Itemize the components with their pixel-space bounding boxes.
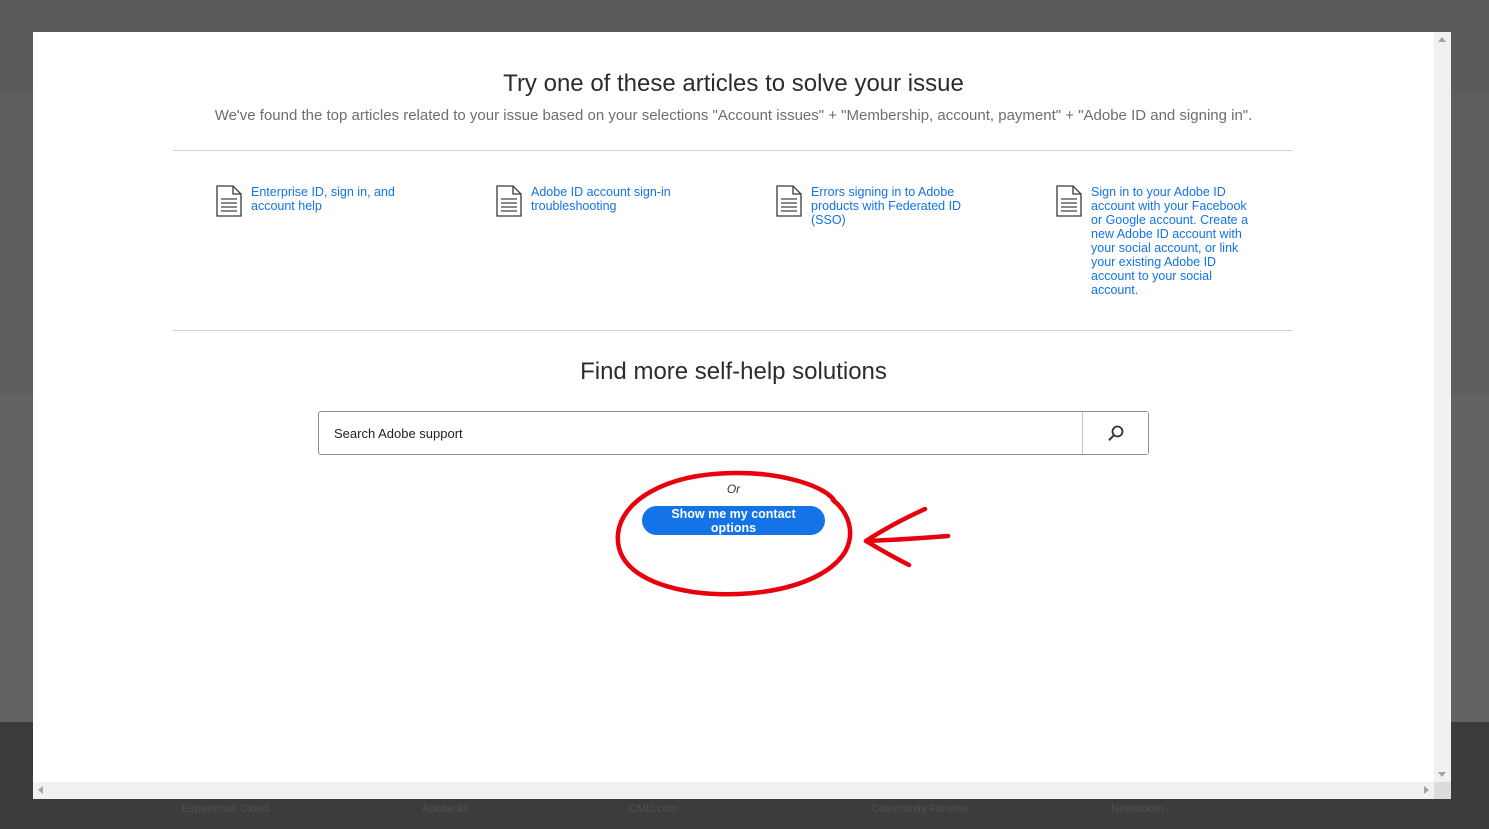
footer-link: Adobe ID xyxy=(422,803,468,815)
document-icon xyxy=(776,185,802,217)
article-link[interactable]: Errors signing in to Adobe products with… xyxy=(811,185,975,227)
scroll-right-icon[interactable] xyxy=(1424,786,1429,794)
article-link[interactable]: Sign in to your Adobe ID account with yo… xyxy=(1091,185,1255,297)
or-label: Or xyxy=(726,482,741,496)
scroll-up-icon[interactable] xyxy=(1438,37,1446,42)
search-icon xyxy=(1108,425,1123,441)
scroll-left-icon[interactable] xyxy=(38,786,43,794)
search-button[interactable] xyxy=(1082,412,1148,454)
article-link[interactable]: Enterprise ID, sign in, and account help xyxy=(251,185,415,213)
self-help-title: Find more self-help solutions xyxy=(580,358,887,385)
article-link[interactable]: Adobe ID account sign-in troubleshooting xyxy=(531,185,695,213)
document-icon xyxy=(496,185,522,217)
scroll-down-icon[interactable] xyxy=(1438,772,1446,777)
footer-link: Experience Cloud xyxy=(182,803,269,815)
vertical-scrollbar[interactable] xyxy=(1434,32,1451,782)
article-item: Enterprise ID, sign in, and account help xyxy=(215,185,415,217)
footer-link: CMD.com xyxy=(629,803,678,815)
modal-headline: Try one of these articles to solve your … xyxy=(503,70,964,97)
annotation-arrow-shaft xyxy=(863,533,951,544)
footer-link: Community Forums xyxy=(871,803,967,815)
annotation-arrow-head xyxy=(863,506,928,568)
support-modal: Try one of these articles to solve your … xyxy=(33,32,1451,799)
horizontal-scrollbar[interactable] xyxy=(33,782,1434,799)
divider xyxy=(173,330,1293,331)
search-bar xyxy=(318,411,1149,455)
footer-link: Newsroom xyxy=(1111,803,1164,815)
scrollbar-corner xyxy=(1434,782,1451,799)
modal-subtext: We've found the top articles related to … xyxy=(214,107,1253,124)
article-item: Sign in to your Adobe ID account with yo… xyxy=(1055,185,1255,297)
show-contact-options-button[interactable]: Show me my contact options xyxy=(642,506,825,535)
document-icon xyxy=(1056,185,1082,217)
document-icon xyxy=(216,185,242,217)
search-input[interactable] xyxy=(319,412,1082,454)
background-footer-links: Experience Cloud Adobe ID CMD.com Commun… xyxy=(0,803,1489,823)
article-item: Errors signing in to Adobe products with… xyxy=(775,185,975,227)
divider xyxy=(173,150,1293,151)
article-item: Adobe ID account sign-in troubleshooting xyxy=(495,185,695,217)
